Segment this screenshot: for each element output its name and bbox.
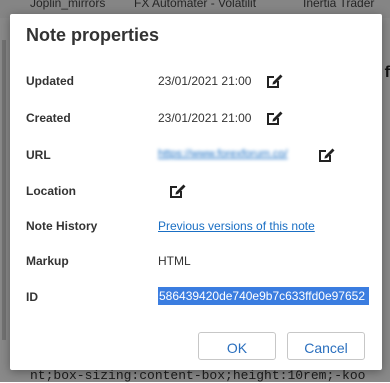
- edit-created-button[interactable]: [264, 108, 284, 128]
- updated-row: Updated 23/01/2021 21:00: [26, 70, 382, 94]
- ok-button[interactable]: OK: [198, 332, 276, 360]
- cancel-button[interactable]: Cancel: [287, 332, 365, 360]
- previous-versions-link[interactable]: Previous versions of this note: [158, 219, 315, 233]
- markup-value: HTML: [158, 254, 191, 268]
- location-label: Location: [26, 184, 76, 198]
- location-row: Location: [26, 180, 382, 204]
- edit-icon: [170, 184, 186, 198]
- created-value: 23/01/2021 21:00: [158, 111, 252, 125]
- updated-label: Updated: [26, 74, 74, 88]
- created-label: Created: [26, 111, 71, 125]
- url-label: URL: [26, 148, 51, 162]
- updated-value: 23/01/2021 21:00: [158, 74, 252, 88]
- id-value-field[interactable]: 586439420de740e9b7c633ffd0e97652: [158, 287, 369, 305]
- id-label: ID: [26, 290, 38, 304]
- edit-icon: [267, 111, 283, 125]
- dialog-title: Note properties: [26, 25, 160, 45]
- edit-icon: [319, 148, 335, 162]
- note-history-label: Note History: [26, 219, 98, 233]
- note-properties-dialog: Note properties Updated 23/01/2021 21:00…: [10, 14, 382, 370]
- edit-location-button[interactable]: [167, 181, 187, 201]
- markup-row: Markup HTML: [26, 250, 382, 274]
- edit-icon: [267, 74, 283, 88]
- url-row: URL https://www.forexforum.co/: [26, 144, 382, 168]
- url-link[interactable]: https://www.forexforum.co/: [158, 148, 288, 160]
- id-row: ID 586439420de740e9b7c633ffd0e97652: [26, 286, 382, 310]
- edit-url-button[interactable]: [316, 145, 336, 165]
- created-row: Created 23/01/2021 21:00: [26, 107, 382, 131]
- markup-label: Markup: [26, 254, 69, 268]
- note-history-row: Note History Previous versions of this n…: [26, 215, 382, 239]
- edit-updated-button[interactable]: [264, 71, 284, 91]
